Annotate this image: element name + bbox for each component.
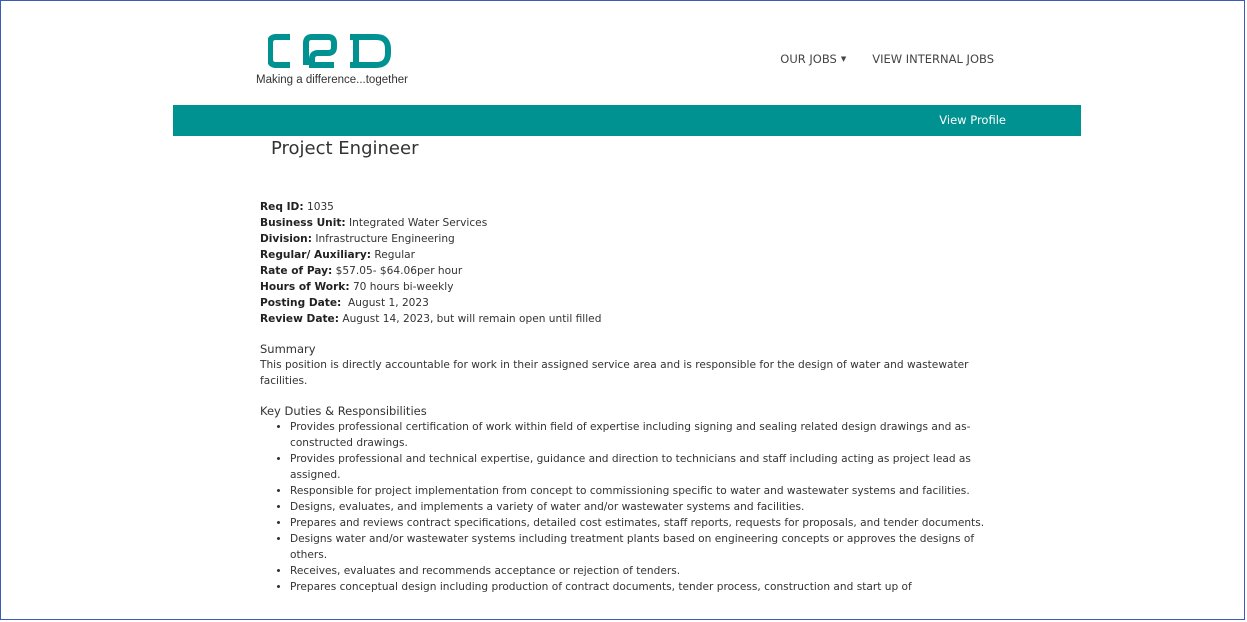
job-fields: Req ID: 1035 Business Unit: Integrated Wa… xyxy=(260,199,1000,327)
job-field-value: Integrated Water Services xyxy=(345,217,488,229)
duty-item: Responsible for project implementation f… xyxy=(290,483,1000,499)
job-field-value: Regular xyxy=(371,249,416,261)
job-field-label: Rate of Pay: xyxy=(260,265,333,277)
job-field: Division: Infrastructure Engineering xyxy=(260,231,1000,247)
job-field-value: August 14, 2023, but will remain open un… xyxy=(338,313,602,325)
duty-item: Designs water and/or wastewater systems … xyxy=(290,531,1000,563)
job-field-label: Posting Date: xyxy=(260,297,342,309)
tagline: Making a difference...together xyxy=(256,74,408,86)
duty-item: Prepares and reviews contract specificat… xyxy=(290,515,1000,531)
job-field: Rate of Pay: $57.05- $64.06per hour xyxy=(260,263,1000,279)
summary-text: This position is directly accountable fo… xyxy=(260,359,969,387)
profile-bar: View Profile xyxy=(173,105,1081,136)
job-field: Business Unit: Integrated Water Services xyxy=(260,215,1000,231)
job-field: Req ID: 1035 xyxy=(260,199,1000,215)
site-header: Making a difference...together OUR JOBS ▼… xyxy=(256,34,996,94)
crd-logo[interactable]: Making a difference...together xyxy=(256,34,426,94)
job-field-value: August 1, 2023 xyxy=(341,297,429,309)
duty-item: Provides professional and technical expe… xyxy=(290,451,1000,483)
job-field-label: Business Unit: xyxy=(260,217,346,229)
job-field: Posting Date: August 1, 2023 xyxy=(260,295,1000,311)
caret-down-icon: ▼ xyxy=(840,55,847,63)
top-nav: OUR JOBS ▼ VIEW INTERNAL JOBS xyxy=(780,52,994,66)
job-field: Review Date: August 14, 2023, but will r… xyxy=(260,311,1000,327)
job-field-value: 1035 xyxy=(303,201,334,213)
job-field-label: Division: xyxy=(260,233,312,245)
job-content: Req ID: 1035 Business Unit: Integrated Wa… xyxy=(260,199,1000,595)
duty-item: Prepares conceptual design including pro… xyxy=(290,579,1000,595)
crd-logo-mark xyxy=(268,34,391,68)
job-field: Regular/ Auxiliary: Regular xyxy=(260,247,1000,263)
job-field-value: $57.05- $64.06per hour xyxy=(332,265,463,277)
duty-item: Designs, evaluates, and implements a var… xyxy=(290,499,1000,515)
nav-view-internal-jobs[interactable]: VIEW INTERNAL JOBS xyxy=(872,52,994,66)
job-field-value: 70 hours bi-weekly xyxy=(349,281,454,293)
job-field: Hours of Work: 70 hours bi-weekly xyxy=(260,279,1000,295)
duty-item: Provides professional certification of w… xyxy=(290,419,1000,451)
nav-our-jobs[interactable]: OUR JOBS ▼ xyxy=(780,52,846,66)
duties-list: Provides professional certification of w… xyxy=(260,419,1000,595)
job-field-value: Infrastructure Engineering xyxy=(311,233,455,245)
job-field-label: Regular/ Auxiliary: xyxy=(260,249,372,261)
job-field-label: Review Date: xyxy=(260,313,339,325)
job-field-label: Hours of Work: xyxy=(260,281,350,293)
summary-heading: Summary xyxy=(260,342,316,356)
nav-our-jobs-label: OUR JOBS xyxy=(780,52,837,66)
job-field-label: Req ID: xyxy=(260,201,304,213)
duty-item: Receives, evaluates and recommends accep… xyxy=(290,563,1000,579)
page-title: Project Engineer xyxy=(271,138,419,159)
duties-heading: Key Duties & Responsibilities xyxy=(260,404,427,418)
view-profile-link[interactable]: View Profile xyxy=(939,113,1006,127)
